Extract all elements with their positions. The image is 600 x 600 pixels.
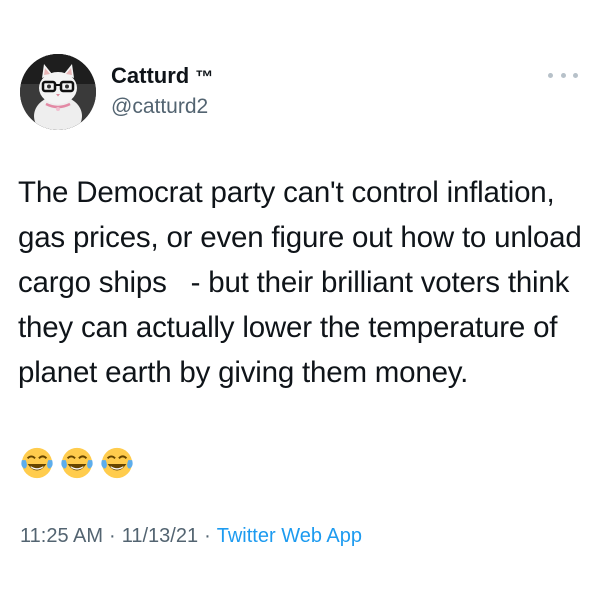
- more-horizontal-icon: [548, 72, 553, 78]
- tweet-time[interactable]: 11:25 AM: [20, 525, 103, 548]
- meta-separator: ·: [109, 525, 116, 547]
- meta-separator: ·: [204, 525, 211, 547]
- author-handle[interactable]: @catturd2: [111, 95, 208, 119]
- author-name-row[interactable]: Catturd ™: [111, 63, 213, 89]
- trademark-badge: ™: [195, 67, 214, 87]
- face-with-tears-of-joy-icon: [21, 447, 53, 479]
- more-options-button[interactable]: [548, 66, 578, 84]
- face-with-tears-of-joy-icon: [101, 447, 133, 479]
- cat-with-glasses-avatar-icon: [20, 54, 96, 130]
- tweet-source-link[interactable]: Twitter Web App: [217, 525, 362, 548]
- emoji-row: [20, 446, 134, 480]
- tweet-text: The Democrat party can't control inflati…: [18, 176, 590, 389]
- more-horizontal-icon-dot: [573, 72, 578, 78]
- tweet-date[interactable]: 11/13/21: [122, 525, 198, 548]
- avatar[interactable]: [20, 54, 96, 130]
- tweet-meta: 11:25 AM · 11/13/21 · Twitter Web App: [20, 525, 362, 548]
- display-name: Catturd: [111, 63, 190, 88]
- tweet-card: Catturd ™ @catturd2 The Democrat party c…: [0, 0, 600, 600]
- face-with-tears-of-joy-icon: [61, 447, 93, 479]
- more-horizontal-icon-dot: [560, 72, 566, 78]
